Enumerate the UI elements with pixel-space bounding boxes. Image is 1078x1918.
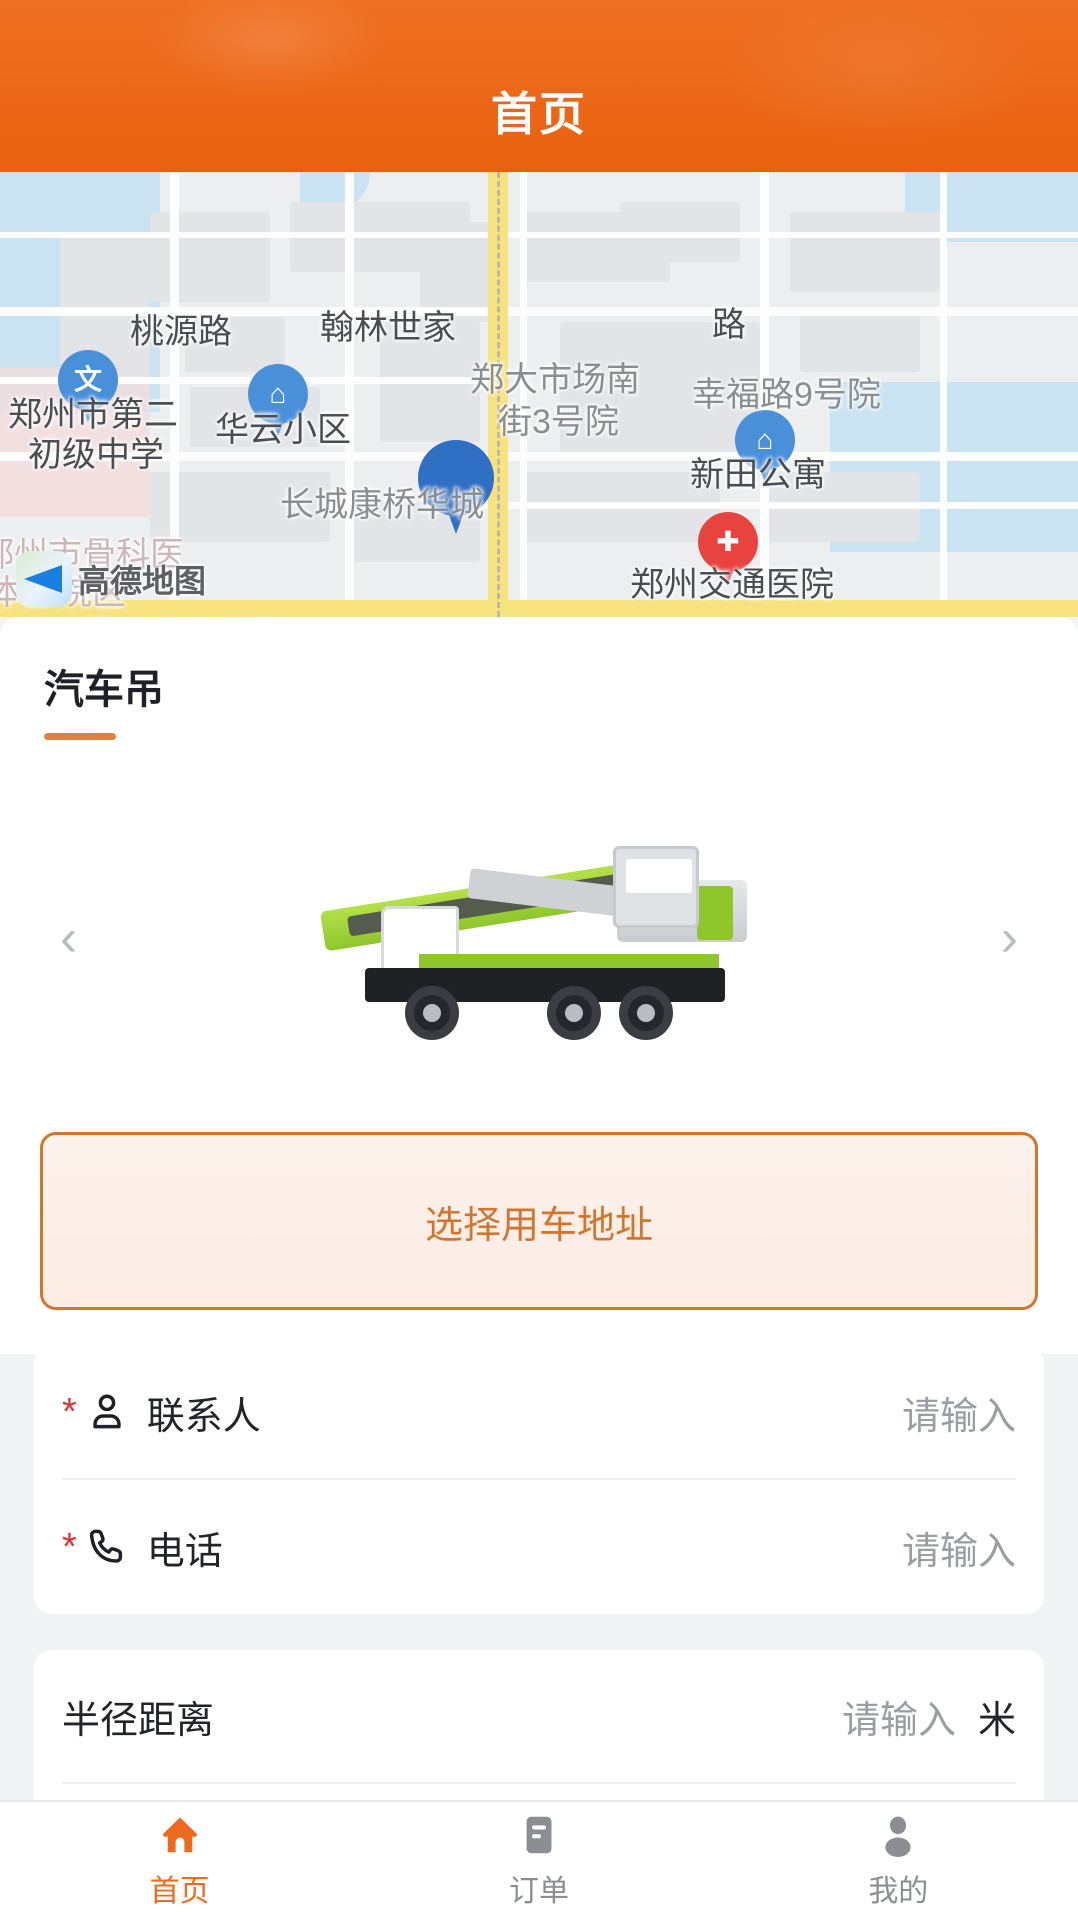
map-view[interactable]: 文 ⌂ ⌂ ✚ 文 桃源路 翰林世家 路 郑州市第二 初级中学 华云小区 郑大市… (0, 172, 1078, 617)
carousel-next-icon[interactable]: › (981, 896, 1038, 980)
map-label: 华云小区 (215, 411, 351, 449)
order-icon (516, 1810, 562, 1860)
content-sheet: 汽车吊 ‹ › 选择用车地址 * 联系人 请输入 * 电话 请输入 半径距离 请… (0, 617, 1078, 1918)
vehicle-image-truck-crane (319, 828, 759, 1048)
form-label-phone: 电话 (146, 1530, 223, 1573)
required-marker: * (62, 1391, 77, 1433)
vehicle-carousel[interactable]: ‹ › (0, 788, 1078, 1088)
contact-input[interactable]: 请输入 (902, 1385, 1016, 1440)
carousel-prev-icon[interactable]: ‹ (40, 896, 97, 980)
tab-home-label: 首页 (149, 1875, 210, 1908)
app-header: 首页 (0, 0, 1078, 172)
page-title: 首页 (491, 88, 587, 140)
map-label: 长城康桥华城 (280, 486, 484, 524)
vehicle-tabstrip: 汽车吊 (0, 657, 1078, 740)
phone-input[interactable]: 请输入 (902, 1520, 1016, 1575)
tab-orders-label: 订单 (508, 1875, 569, 1908)
vehicle-card: 汽车吊 ‹ › 选择用车地址 (0, 617, 1078, 1354)
map-label: 新田公寓 (690, 456, 826, 494)
tab-vehicle-type[interactable]: 汽车吊 (44, 657, 164, 715)
form-row-phone[interactable]: * 电话 请输入 (62, 1480, 1016, 1614)
map-label: 幸福路9号院 (692, 376, 881, 414)
tab-active-underline (44, 733, 116, 740)
tab-profile[interactable]: 我的 (719, 1810, 1078, 1910)
required-marker: * (62, 1526, 77, 1568)
map-label: 桃源路 (130, 313, 232, 351)
amap-provider-label: 高德地图 (78, 563, 207, 599)
person-icon (81, 1386, 133, 1438)
map-label-road: 陇海快速路 (86, 609, 286, 617)
form-label-contact: 联系人 (146, 1395, 261, 1438)
profile-icon (875, 1810, 921, 1860)
map-label: 路 (712, 306, 746, 344)
tab-orders[interactable]: 订单 (359, 1810, 718, 1910)
map-label: 街3号院 (498, 403, 619, 441)
tab-profile-label: 我的 (868, 1875, 929, 1908)
bottom-tab-bar: 首页 订单 我的 (0, 1800, 1078, 1918)
form-row-contact[interactable]: * 联系人 请输入 (62, 1346, 1016, 1480)
map-label: 郑州交通医院 (630, 566, 834, 604)
phone-icon (81, 1521, 133, 1573)
contact-card: * 联系人 请输入 * 电话 请输入 (34, 1346, 1044, 1614)
radius-unit: 米 (977, 1699, 1016, 1742)
amap-logo-icon (16, 551, 72, 607)
home-icon (157, 1810, 203, 1860)
form-row-radius[interactable]: 半径距离 请输入 米 (62, 1650, 1016, 1784)
radius-input[interactable]: 请输入 (842, 1689, 956, 1744)
tab-home[interactable]: 首页 (0, 1810, 359, 1910)
map-label: 翰林世家 (320, 309, 456, 347)
select-address-label: 选择用车地址 (424, 1204, 653, 1247)
select-address-button[interactable]: 选择用车地址 (40, 1132, 1038, 1310)
form-label-radius: 半径距离 (62, 1699, 215, 1742)
amap-watermark: 高德地图 (16, 551, 206, 607)
map-label: 初级中学 (28, 436, 164, 474)
